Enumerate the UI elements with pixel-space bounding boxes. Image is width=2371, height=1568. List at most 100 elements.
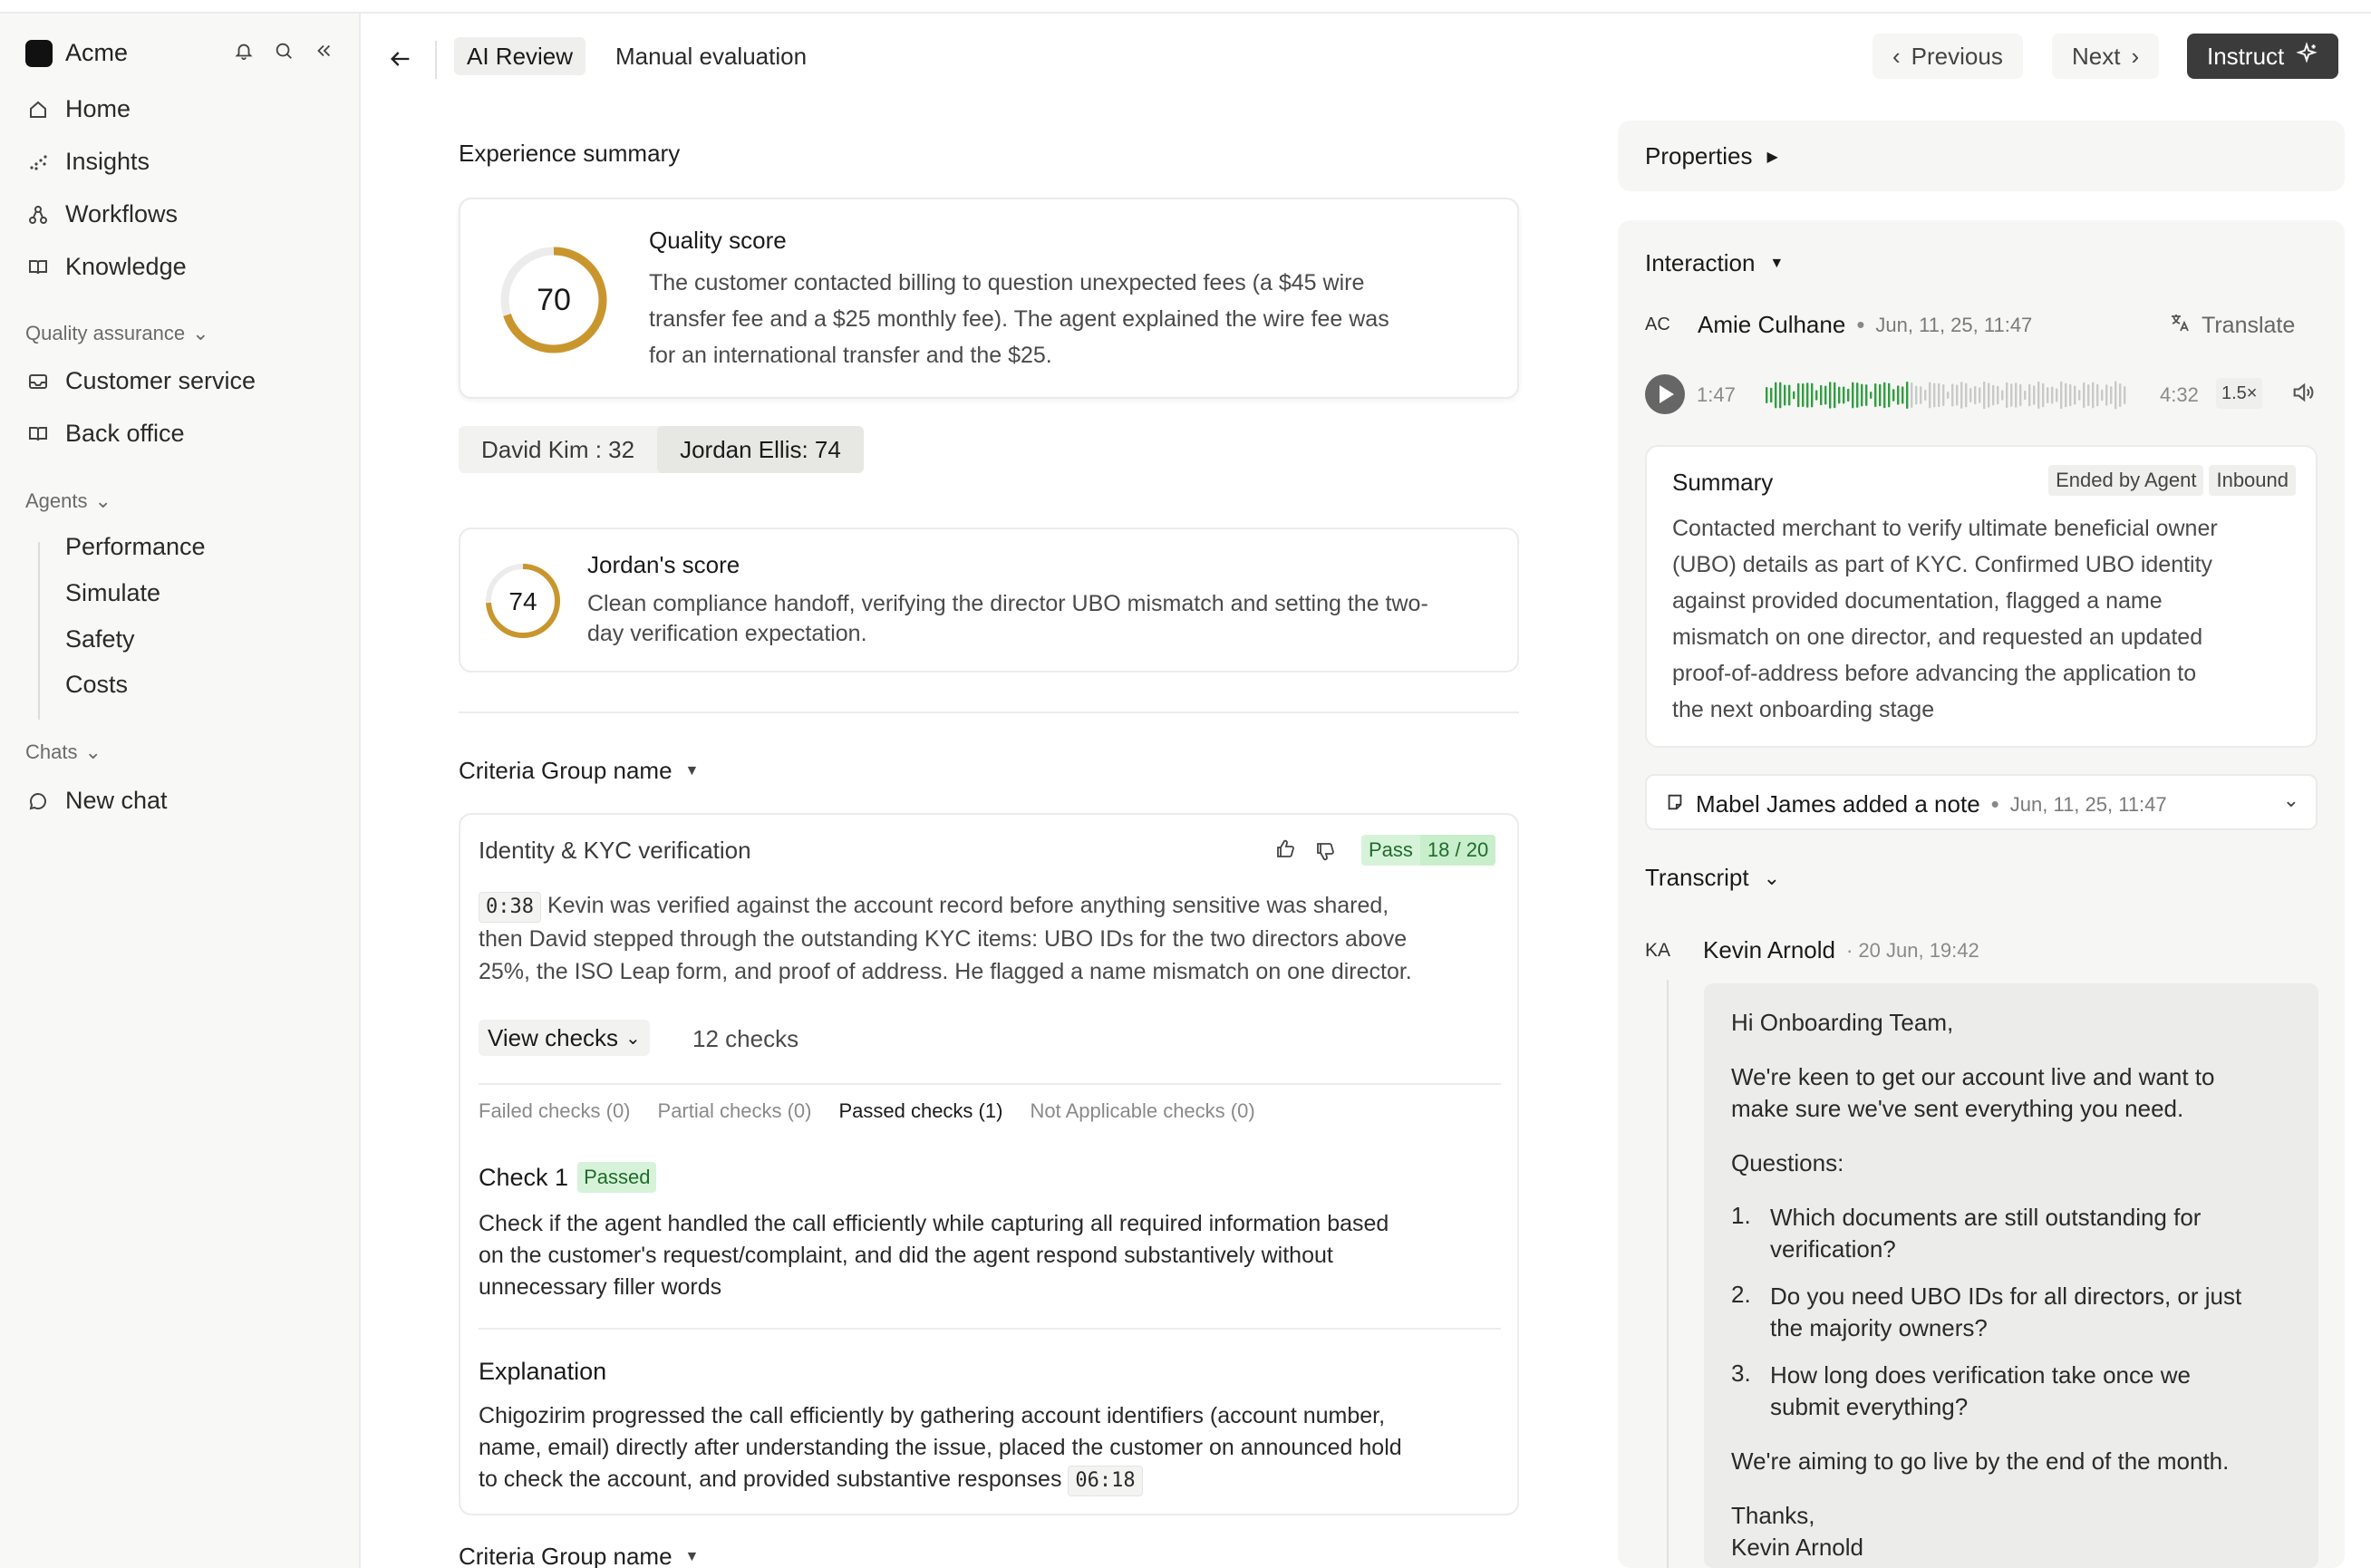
tab-na-checks[interactable]: Not Applicable checks (0) <box>1030 1099 1254 1123</box>
agent-toggle-jordan[interactable]: Jordan Ellis: 74 <box>657 426 864 473</box>
criteria-group-header-2[interactable]: Criteria Group name ▼ <box>459 1543 699 1568</box>
sidebar-item-back-office[interactable]: Back office <box>25 420 185 448</box>
view-checks-label: View checks <box>488 1023 619 1051</box>
waveform-bar <box>1960 382 1963 409</box>
section-agents[interactable]: Agents ⌄ <box>25 489 111 513</box>
text-line: to check the account, and provided subst… <box>479 1466 1062 1492</box>
tab-ai-review[interactable]: AI Review <box>454 37 586 75</box>
sidebar-item-simulate[interactable]: Simulate <box>65 579 160 607</box>
sidebar-item-workflows[interactable]: Workflows <box>25 200 178 228</box>
search-icon[interactable] <box>272 39 295 63</box>
waveform-bar <box>1847 388 1850 402</box>
pass-label: Pass <box>1361 835 1420 866</box>
sidebar-item-home[interactable]: Home <box>25 95 131 123</box>
waveform-bar <box>1911 382 1913 408</box>
book-icon <box>25 255 51 280</box>
volume-icon[interactable] <box>2290 380 2316 411</box>
experience-summary-heading: Experience summary <box>459 140 681 167</box>
waveform-bar <box>1997 385 1999 405</box>
new-chat-button[interactable]: New chat <box>25 787 168 815</box>
sidebar-item-safety[interactable]: Safety <box>65 625 135 653</box>
next-button[interactable]: Next › <box>2052 34 2160 79</box>
chevron-down-icon: ⌄ <box>2282 789 2299 811</box>
sidebar-item-customer-service[interactable]: Customer service <box>25 367 256 395</box>
instruct-button[interactable]: Instruct <box>2187 34 2339 79</box>
workspace-switcher[interactable]: Acme <box>25 39 128 67</box>
waveform-bar <box>1793 391 1795 400</box>
chevron-down-icon: ⌄ <box>94 489 111 512</box>
waveform-bar <box>2010 383 2013 407</box>
waveform-bar <box>2119 382 2122 408</box>
list-item: How long does verification take once we s… <box>1770 1361 2191 1420</box>
sidebar-item-insights[interactable]: Insights <box>25 148 150 176</box>
previous-button[interactable]: ‹ Previous <box>1873 34 2023 79</box>
tab-partial-checks[interactable]: Partial checks (0) <box>658 1099 812 1123</box>
tab-passed-checks[interactable]: Passed checks (1) <box>838 1099 1002 1123</box>
thumbs-down-icon[interactable] <box>1314 840 1336 868</box>
text-line: for an international transfer and the $2… <box>649 343 1052 368</box>
check-filter-tabs: Failed checks (0) Partial checks (0) Pas… <box>479 1099 1255 1123</box>
bell-icon[interactable] <box>232 39 256 63</box>
criteria-description: 0:38 Kevin was verified against the acco… <box>479 889 1503 988</box>
waveform-bar <box>1788 384 1791 406</box>
waveform-bar <box>1915 385 1918 405</box>
jordan-score-card: 74 Jordan's score Clean compliance hando… <box>459 528 1519 673</box>
waveform-bar <box>1861 383 1863 407</box>
message-line: Hi Onboarding Team, <box>1731 1009 1954 1036</box>
collapse-sidebar-icon[interactable] <box>312 39 335 63</box>
jordan-score-text: Clean compliance handoff, verifying the … <box>587 589 1503 649</box>
criteria-group-name: Criteria Group name <box>459 1543 673 1568</box>
tab-failed-checks[interactable]: Failed checks (0) <box>479 1099 631 1123</box>
brand-name: Acme <box>65 39 129 66</box>
waveform-bar <box>1829 382 1832 409</box>
note-row[interactable]: Mabel James added a note • Jun, 11, 25, … <box>1645 774 2318 830</box>
instruct-label: Instruct <box>2207 42 2285 70</box>
sidebar-item-costs[interactable]: Costs <box>65 671 128 699</box>
properties-panel[interactable]: Properties ▶ <box>1618 121 2345 191</box>
agent-toggle-david[interactable]: David Kim : 32 <box>459 426 657 473</box>
waveform-bar <box>1775 382 1777 409</box>
sidebar-item-knowledge[interactable]: Knowledge <box>25 253 187 281</box>
waveform-bar <box>2056 388 2058 402</box>
audio-waveform[interactable] <box>1766 377 2128 413</box>
waveform-bar <box>2060 381 2063 410</box>
sidebar-item-performance[interactable]: Performance <box>65 533 206 561</box>
interaction-header[interactable]: Interaction ▼ <box>1645 249 1784 277</box>
agent-score-switch: David Kim : 32 Jordan Ellis: 74 <box>459 426 864 473</box>
quality-score-title: Quality score <box>649 227 787 254</box>
text-line: Contacted merchant to verify ultimate be… <box>1672 516 2218 541</box>
waveform-bar <box>1920 386 1922 404</box>
section-quality-assurance[interactable]: Quality assurance ⌄ <box>25 322 209 345</box>
criteria-group-name: Criteria Group name <box>459 757 673 784</box>
thumbs-up-icon[interactable] <box>1274 838 1296 866</box>
quality-score-value: 70 <box>537 283 571 317</box>
explanation-title: Explanation <box>479 1358 607 1385</box>
back-arrow-icon[interactable] <box>382 41 419 77</box>
waveform-bar <box>1824 385 1827 405</box>
play-button[interactable] <box>1645 374 1685 414</box>
translate-icon <box>2169 312 2191 340</box>
app-root: Acme Home Insights Workflows Knowledge Q… <box>0 0 2371 1568</box>
home-icon <box>25 97 51 122</box>
criteria-divider <box>479 1083 1501 1085</box>
translate-button[interactable]: Translate <box>2169 312 2295 340</box>
waveform-bar <box>2087 383 2090 407</box>
timestamp-link[interactable]: 0:38 <box>479 892 541 923</box>
playback-speed[interactable]: 1.5× <box>2216 378 2263 409</box>
new-chat-label: New chat <box>65 787 168 814</box>
text-line: against provided documentation, flagged … <box>1672 588 2163 614</box>
section-chats[interactable]: Chats ⌄ <box>25 740 102 764</box>
timestamp-link[interactable]: 06:18 <box>1068 1466 1143 1496</box>
author-avatar: KA <box>1645 939 1671 961</box>
waveform-bar <box>1879 383 1882 407</box>
transcript-header[interactable]: Transcript ⌄ <box>1645 864 1780 892</box>
tab-manual-evaluation[interactable]: Manual evaluation <box>603 37 819 75</box>
text-line: Clean compliance handoff, verifying the … <box>587 591 1428 616</box>
caller-name: Amie Culhane <box>1698 311 1846 338</box>
criteria-group-header[interactable]: Criteria Group name ▼ <box>459 757 699 785</box>
waveform-bar <box>2105 384 2108 406</box>
view-checks-dropdown[interactable]: View checks ⌄ <box>479 1020 650 1056</box>
text-line: 25%, the ISO Leap form, and proof of add… <box>479 959 1412 984</box>
waveform-bar <box>1865 384 1868 406</box>
check-title: Check 1 <box>479 1163 569 1191</box>
